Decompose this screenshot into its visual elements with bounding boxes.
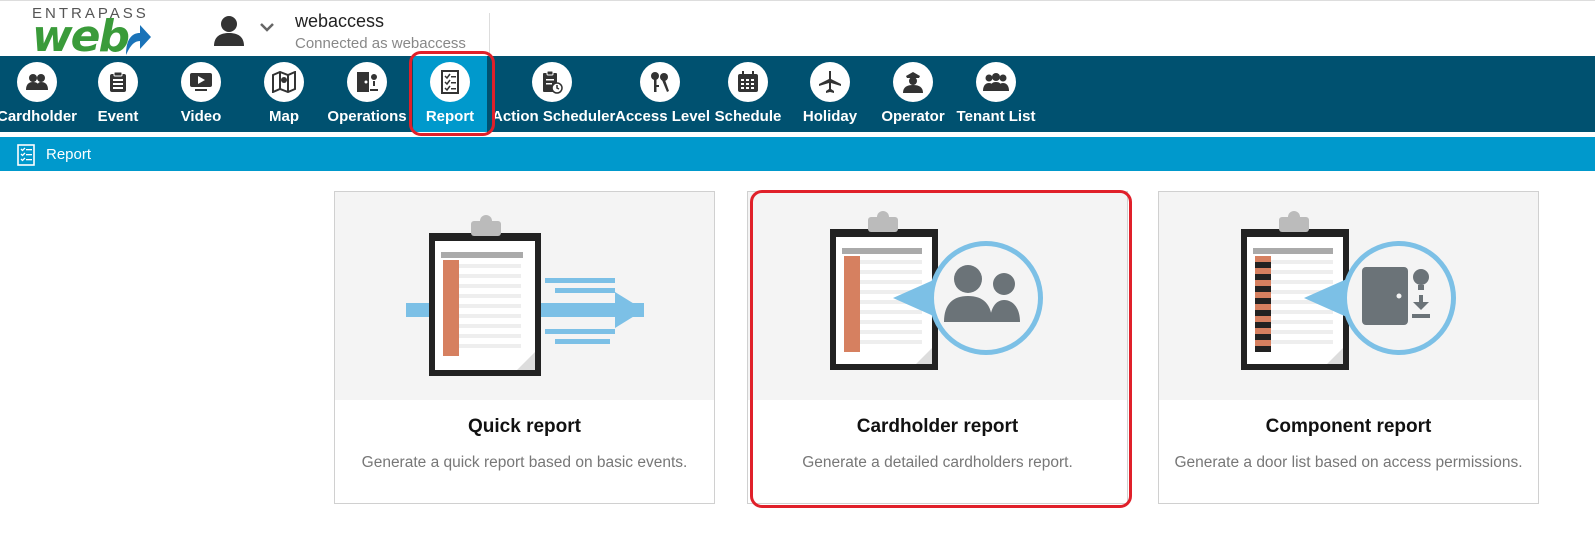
entrapass-web-logo: ENTRAPASS web bbox=[32, 5, 162, 62]
nav-item-tenant-list[interactable]: Tenant List bbox=[952, 56, 1040, 132]
quick-report-card[interactable]: Quick report Generate a quick report bas… bbox=[334, 191, 715, 504]
nav-label: Schedule bbox=[714, 108, 782, 125]
card-description: Generate a quick report based on basic e… bbox=[361, 454, 688, 471]
card-title: Component report bbox=[1265, 416, 1432, 437]
nav-item-operator[interactable]: Operator bbox=[878, 56, 948, 132]
nav-item-schedule[interactable]: Schedule bbox=[712, 56, 784, 132]
nav-label: Video bbox=[180, 108, 222, 125]
breadcrumb-label[interactable]: Report bbox=[46, 146, 91, 163]
airplane-icon bbox=[810, 62, 850, 102]
nav-label: Action Scheduler bbox=[492, 108, 616, 125]
tenant-list-icon bbox=[976, 62, 1016, 102]
nav-label: Holiday bbox=[802, 108, 858, 125]
nav-label: Tenant List bbox=[956, 108, 1036, 125]
card-description: Generate a door list based on access per… bbox=[1174, 454, 1523, 471]
card-title: Quick report bbox=[468, 416, 581, 437]
clipboard-icon bbox=[98, 62, 138, 102]
nav-item-map[interactable]: Map bbox=[254, 56, 314, 132]
nav-item-holiday[interactable]: Holiday bbox=[795, 56, 865, 132]
video-icon bbox=[181, 62, 221, 102]
nav-label: Access Level bbox=[615, 108, 711, 125]
nav-label: Operator bbox=[881, 108, 945, 125]
toolbar-divider bbox=[0, 132, 1595, 136]
nav-label: Map bbox=[269, 108, 299, 125]
component-report-illustration bbox=[1159, 192, 1538, 400]
logo-arrow-icon bbox=[126, 25, 151, 55]
connected-as-text: Connected as webaccess bbox=[295, 35, 466, 52]
header-divider bbox=[489, 13, 490, 53]
main-toolbar: Cardholder Event Video Map Operations Re… bbox=[0, 56, 1595, 132]
breadcrumb-bar: Report bbox=[0, 137, 1595, 171]
nav-label: Cardholder bbox=[0, 108, 77, 125]
operator-icon bbox=[893, 62, 933, 102]
cardholder-icon bbox=[17, 62, 57, 102]
action-scheduler-icon bbox=[532, 62, 572, 102]
nav-label: Operations bbox=[327, 108, 407, 125]
nav-item-cardholder[interactable]: Cardholder bbox=[0, 56, 86, 132]
nav-label: Event bbox=[97, 108, 139, 125]
nav-item-access-level[interactable]: Access Level bbox=[615, 56, 711, 132]
user-avatar-icon[interactable] bbox=[212, 15, 246, 47]
map-icon bbox=[264, 62, 304, 102]
quick-report-illustration bbox=[335, 192, 714, 400]
logo-wordmark-main: web bbox=[32, 11, 130, 62]
top-header: ENTRAPASS web webaccess Connected as web… bbox=[0, 0, 1595, 62]
nav-item-action-scheduler[interactable]: Action Scheduler bbox=[492, 56, 616, 132]
highlight-cardholder-card bbox=[750, 190, 1132, 508]
access-level-icon bbox=[640, 62, 680, 102]
report-icon bbox=[17, 144, 35, 166]
nav-item-operations[interactable]: Operations bbox=[327, 56, 407, 132]
operations-icon bbox=[347, 62, 387, 102]
component-report-card[interactable]: Component report Generate a door list ba… bbox=[1158, 191, 1539, 504]
highlight-report-nav bbox=[409, 51, 495, 136]
calendar-icon bbox=[728, 62, 768, 102]
chevron-down-icon[interactable] bbox=[260, 23, 274, 33]
nav-item-video[interactable]: Video bbox=[171, 56, 231, 132]
username: webaccess bbox=[295, 11, 385, 31]
nav-item-event[interactable]: Event bbox=[88, 56, 148, 132]
